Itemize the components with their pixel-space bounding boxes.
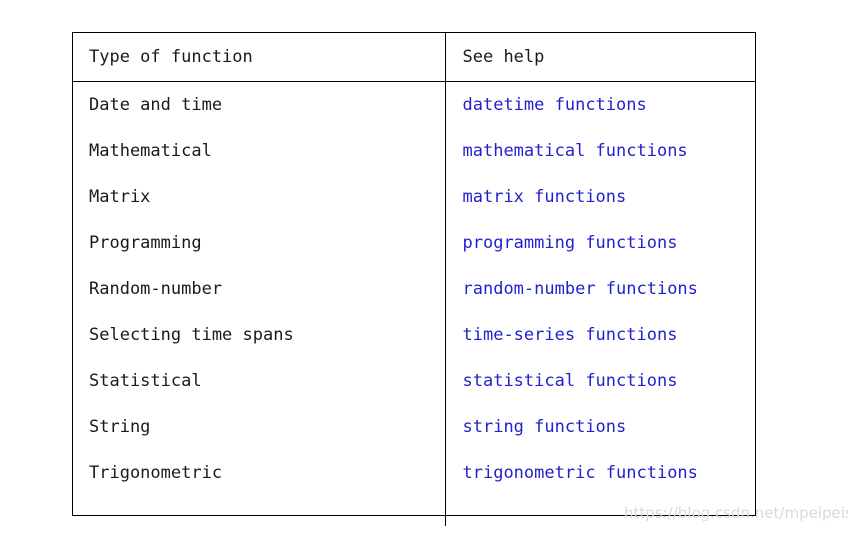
cell-type-of-function: Matrix — [73, 174, 446, 220]
column-header-see-help-label: See help — [462, 47, 545, 67]
function-type-label: Trigonometric — [89, 463, 223, 483]
cell-see-help: string functions — [445, 404, 755, 450]
table-row: Date and time datetime functions — [73, 81, 755, 129]
help-link-string[interactable]: string functions — [463, 417, 627, 437]
cell-type-of-function: Statistical — [73, 358, 446, 404]
cell-see-help: programming functions — [445, 220, 755, 266]
table-row: String string functions — [73, 404, 755, 450]
spacer-cell-left — [73, 496, 446, 526]
table-header-row: Type of function See help — [73, 33, 755, 82]
table-row: Programming programming functions — [73, 220, 755, 266]
table-row: Selecting time spans time-series functio… — [73, 312, 755, 358]
cell-type-of-function: String — [73, 404, 446, 450]
cell-type-of-function: Selecting time spans — [73, 312, 446, 358]
table-row: Trigonometric trigonometric functions — [73, 450, 755, 496]
table-header: Type of function See help — [73, 33, 755, 82]
table-row: Mathematical mathematical functions — [73, 128, 755, 174]
help-link-trigonometric[interactable]: trigonometric functions — [463, 463, 698, 483]
function-type-label: Selecting time spans — [89, 325, 294, 345]
help-link-programming[interactable]: programming functions — [463, 233, 678, 253]
cell-see-help: datetime functions — [445, 82, 755, 129]
table-body: Date and time datetime functions Mathema… — [73, 81, 755, 526]
table-row: Matrix matrix functions — [73, 174, 755, 220]
cell-see-help: matrix functions — [445, 174, 755, 220]
help-link-random-number[interactable]: random-number functions — [463, 279, 698, 299]
column-header-see-help: See help — [445, 33, 755, 82]
function-type-label: Date and time — [89, 95, 223, 115]
cell-type-of-function: Programming — [73, 220, 446, 266]
cell-type-of-function: Date and time — [73, 81, 446, 128]
cell-see-help: statistical functions — [445, 358, 755, 404]
cell-see-help: trigonometric functions — [445, 450, 755, 496]
cell-see-help: mathematical functions — [445, 128, 755, 174]
spacer-cell-right — [445, 496, 755, 526]
table: Type of function See help Date and time … — [73, 33, 755, 526]
help-link-time-series[interactable]: time-series functions — [463, 325, 678, 345]
help-link-mathematical[interactable]: mathematical functions — [463, 141, 688, 161]
function-reference-table: Type of function See help Date and time … — [72, 32, 756, 526]
cell-type-of-function: Trigonometric — [73, 450, 446, 496]
table-row: Statistical statistical functions — [73, 358, 755, 404]
function-type-label: Programming — [89, 233, 202, 253]
table-row: Random-number random-number functions — [73, 266, 755, 312]
function-type-label: Matrix — [89, 187, 151, 207]
column-header-type-of-function-label: Type of function — [89, 47, 253, 67]
function-type-label: Statistical — [89, 371, 202, 391]
cell-type-of-function: Random-number — [73, 266, 446, 312]
function-type-label: String — [89, 417, 151, 437]
function-type-label: Random-number — [89, 279, 223, 299]
cell-see-help: random-number functions — [445, 266, 755, 312]
cell-see-help: time-series functions — [445, 312, 755, 358]
help-link-datetime[interactable]: datetime functions — [463, 95, 647, 115]
table-bottom-spacer — [73, 496, 755, 526]
help-link-statistical[interactable]: statistical functions — [463, 371, 678, 391]
help-link-matrix[interactable]: matrix functions — [463, 187, 627, 207]
column-header-type-of-function: Type of function — [73, 33, 446, 82]
function-type-label: Mathematical — [89, 141, 212, 161]
cell-type-of-function: Mathematical — [73, 128, 446, 174]
